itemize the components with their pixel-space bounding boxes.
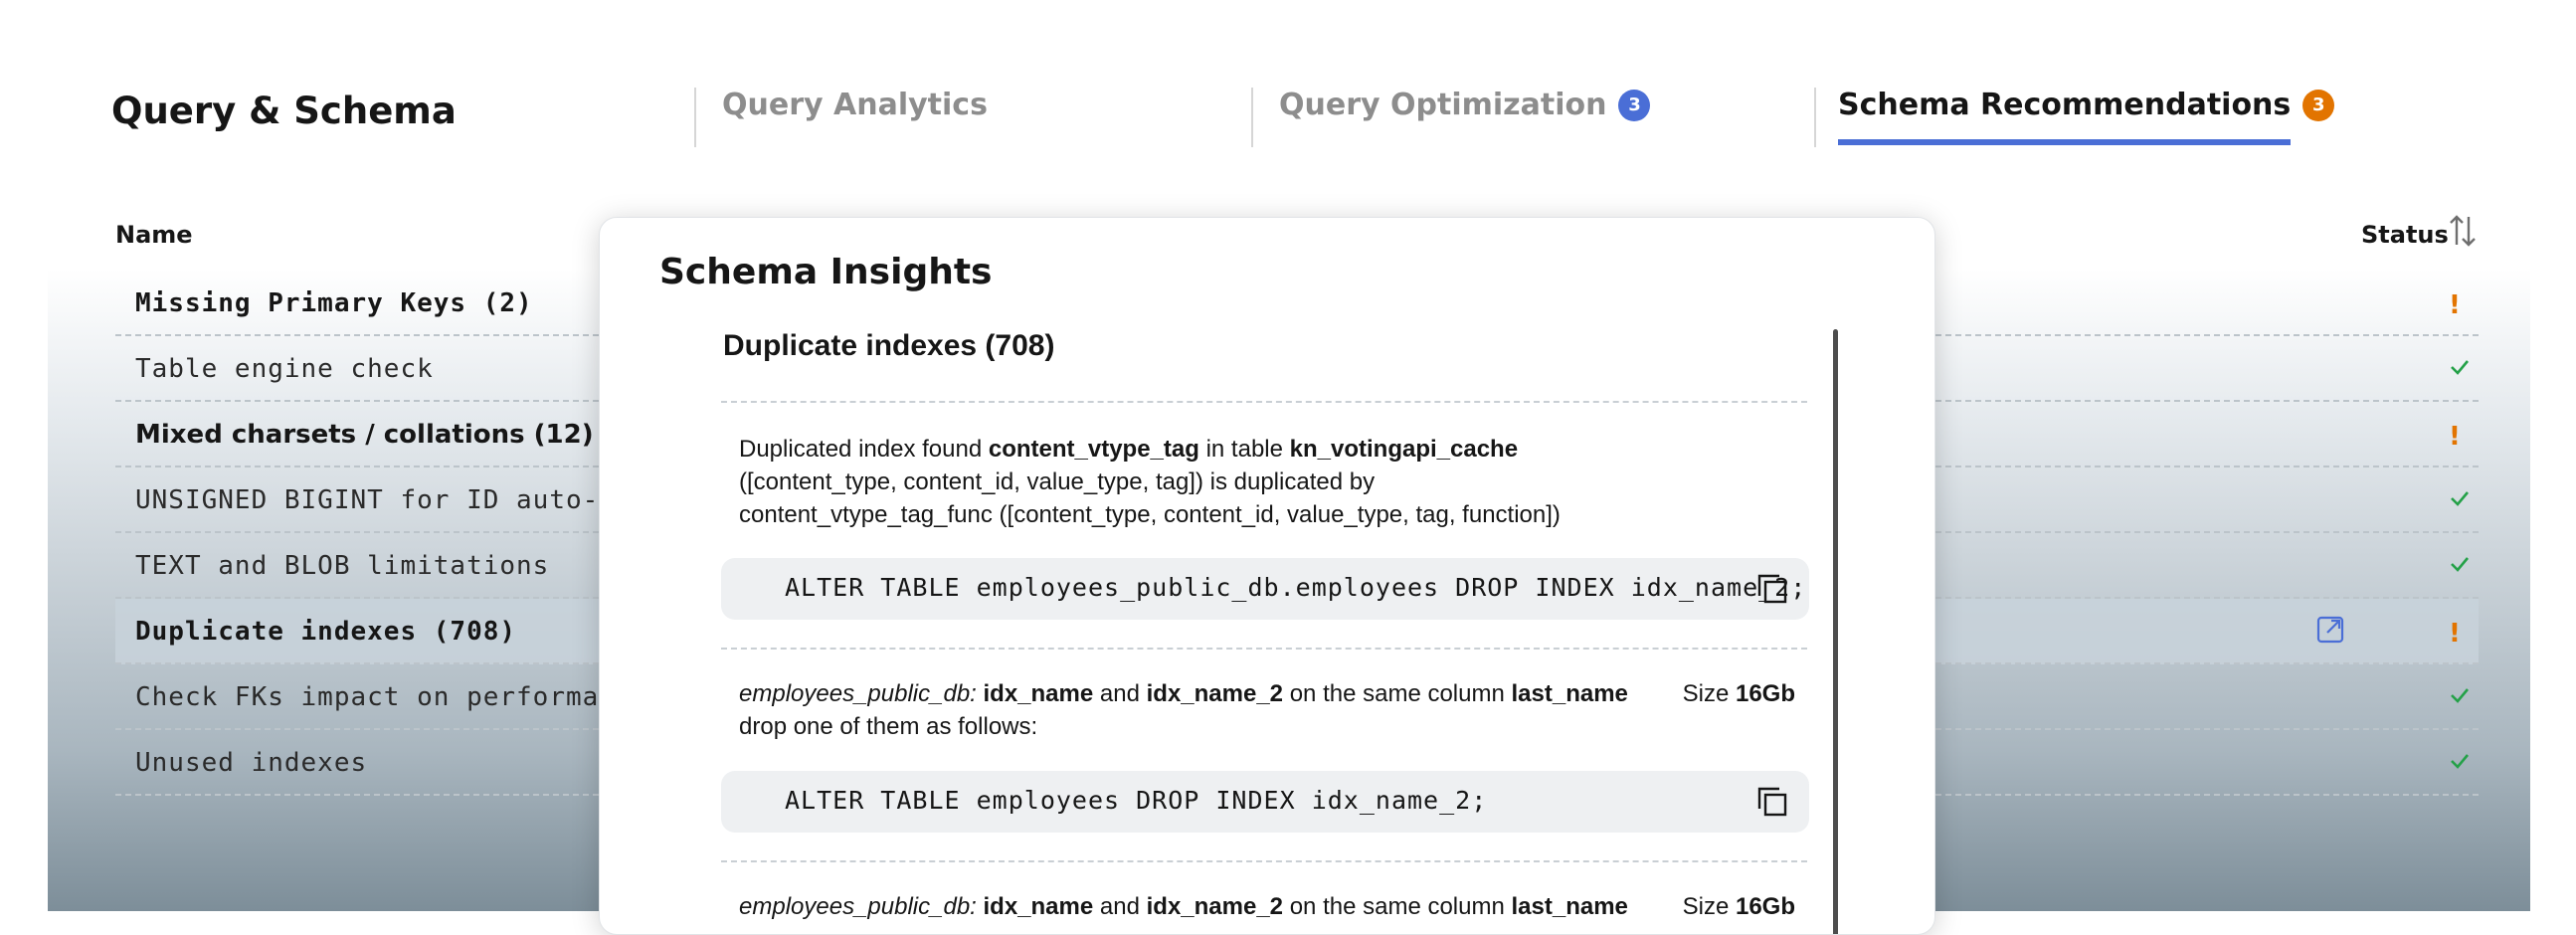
copy-icon[interactable] xyxy=(1755,572,1789,606)
count-badge: 3 xyxy=(1618,90,1651,121)
status-check-icon xyxy=(2449,487,2473,513)
status-check-icon xyxy=(2449,684,2473,710)
status-warning-icon: ! xyxy=(2449,290,2461,320)
row-name: Unused indexes xyxy=(135,748,368,778)
tab-label: Query Optimization xyxy=(1279,88,1607,122)
query-schema-app: Query & Schema Query Analytics Query Opt… xyxy=(0,0,2576,935)
size-label: Size xyxy=(1682,893,1730,920)
row-name: Mixed charsets / collations (12) xyxy=(135,420,594,450)
index-name: idx_name_2 xyxy=(1146,680,1284,707)
size-label: Size xyxy=(1682,680,1730,707)
sql-code-block: ALTER TABLE employees DROP INDEX idx_nam… xyxy=(721,771,1809,833)
index-name: idx_name xyxy=(983,680,1094,707)
finding-text: ([content_type, content_id, value_type, … xyxy=(739,468,1376,495)
page-title: Query & Schema xyxy=(111,90,457,132)
section-title: Duplicate indexes (708) xyxy=(723,329,1055,362)
sql-code: ALTER TABLE employees_public_db.employee… xyxy=(785,573,1807,602)
index-name: idx_name_2 xyxy=(1146,893,1284,920)
finding-text: in table xyxy=(1205,436,1283,463)
scrollbar[interactable] xyxy=(1833,329,1838,934)
status-warning-icon: ! xyxy=(2449,619,2461,649)
table-name: kn_votingapi_cache xyxy=(1289,436,1519,463)
finding-description: Duplicated index found content_vtype_tag… xyxy=(739,433,1793,531)
finding-description: employees_public_db: idx_name and idx_na… xyxy=(739,890,1795,923)
status-warning-icon: ! xyxy=(2449,422,2461,452)
sort-icon[interactable] xyxy=(2449,213,2477,249)
tab-label: Schema Recommendations xyxy=(1838,88,2292,145)
copy-icon[interactable] xyxy=(1755,785,1789,819)
column-header-name[interactable]: Name xyxy=(115,221,193,249)
tab-query-optimization[interactable]: Query Optimization 3 xyxy=(1251,88,1651,147)
divider xyxy=(721,401,1807,403)
divider xyxy=(721,648,1807,650)
index-size: Size 16Gb xyxy=(1683,890,1795,923)
size-value: 16Gb xyxy=(1735,680,1795,707)
status-check-icon xyxy=(2449,356,2473,382)
open-in-new-icon[interactable] xyxy=(2315,613,2347,645)
divider xyxy=(721,860,1807,862)
database-name: employees_public_db: xyxy=(739,680,977,707)
finding-description: employees_public_db: idx_name and idx_na… xyxy=(739,677,1795,743)
row-name: Missing Primary Keys (2) xyxy=(135,288,533,318)
tab-schema-recommendations[interactable]: Schema Recommendations 3 xyxy=(1814,88,2335,147)
finding-text: content_vtype_tag_func ([content_type, c… xyxy=(739,501,1561,528)
sql-code-block: ALTER TABLE employees_public_db.employee… xyxy=(721,558,1809,620)
row-name: TEXT and BLOB limitations xyxy=(135,551,550,581)
sql-code: ALTER TABLE employees DROP INDEX idx_nam… xyxy=(785,786,1488,815)
row-name: Table engine check xyxy=(135,354,434,384)
row-name: Check FKs impact on performance xyxy=(135,682,649,712)
column-name: last_name xyxy=(1511,893,1628,920)
tab-query-analytics[interactable]: Query Analytics xyxy=(694,88,988,147)
modal-title: Schema Insights xyxy=(659,252,993,292)
database-name: employees_public_db: xyxy=(739,893,977,920)
index-size: Size 16Gb xyxy=(1683,677,1795,710)
status-check-icon xyxy=(2449,553,2473,579)
finding-text: Duplicated index found xyxy=(739,436,983,463)
finding-text: and xyxy=(1099,680,1140,707)
row-name: Duplicate indexes (708) xyxy=(135,617,517,647)
schema-insights-modal: Schema Insights Duplicate indexes (708) … xyxy=(599,217,1935,935)
count-badge: 3 xyxy=(2302,90,2335,121)
finding-text: drop one of them as follows: xyxy=(739,713,1038,740)
status-check-icon xyxy=(2449,750,2473,776)
index-name: idx_name xyxy=(983,893,1094,920)
column-header-status[interactable]: Status xyxy=(2361,221,2449,249)
column-name: last_name xyxy=(1511,680,1628,707)
finding-text: and xyxy=(1099,893,1140,920)
index-name: content_vtype_tag xyxy=(988,436,1199,463)
finding-text: on the same column xyxy=(1289,680,1505,707)
size-value: 16Gb xyxy=(1735,893,1795,920)
finding-text: on the same column xyxy=(1289,893,1505,920)
tab-label: Query Analytics xyxy=(722,88,988,122)
